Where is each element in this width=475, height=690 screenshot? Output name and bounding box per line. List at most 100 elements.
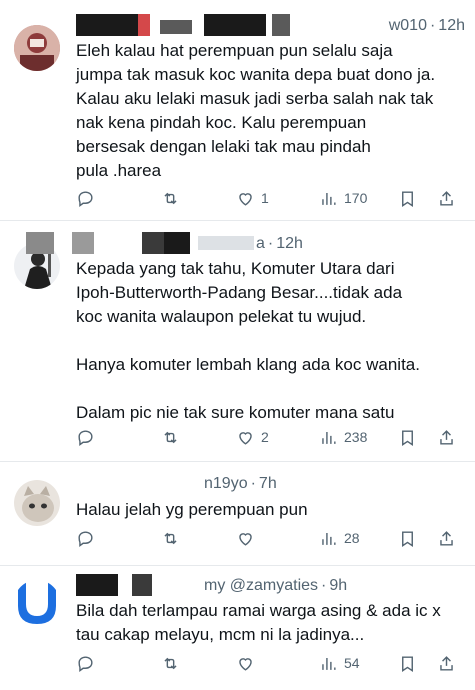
view-count: 54 [344,655,360,671]
views-icon [322,657,336,670]
repost-icon [164,192,177,204]
reply-icon [78,530,93,547]
redacted-name [76,472,198,494]
view-count: 170 [344,190,368,206]
like-icon [239,532,252,546]
action-bar: 54 [76,651,465,675]
repost-button[interactable] [161,425,186,449]
reply-icon [78,190,93,207]
action-bar: 2 238 [76,425,465,449]
view-count: 28 [344,530,360,546]
share-icon [440,655,453,671]
share-icon [440,190,453,206]
redacted-name [142,232,164,254]
separator: · [267,235,274,252]
handle-time[interactable]: n19yo · 7h [204,475,465,493]
tweet-text: Bila dah terlampau ramai warga asing & a… [76,601,441,644]
like-button[interactable]: 1 [236,186,269,210]
like-icon [239,431,252,445]
share-icon [440,429,453,445]
redacted-name [164,232,190,254]
views-button[interactable]: 238 [319,425,367,449]
bookmark-button[interactable] [398,186,417,210]
tweet-time: 7h [258,475,277,492]
views-button[interactable]: 28 [319,526,360,550]
repost-icon [164,431,177,443]
tweet-2[interactable]: a · 12h Kepada yang tak tahu, Komuter Utar… [0,221,475,462]
repost-icon [164,657,177,669]
like-icon [239,657,252,671]
like-button[interactable] [236,526,261,550]
user-handle: w010 [388,17,427,34]
action-bar: 28 [76,526,465,550]
like-icon [239,192,252,206]
like-button[interactable] [236,651,261,675]
tweet-header: my @zamyaties · 9h [76,574,465,598]
bookmark-icon [402,429,413,446]
share-button[interactable] [437,186,456,210]
like-count: 2 [261,429,269,445]
tweet-header: a · 12h [26,232,465,256]
views-icon [322,431,336,444]
reply-button[interactable] [76,651,101,675]
bookmark-icon [402,530,413,547]
tweet-text: Kepada yang tak tahu, Komuter Utara dari… [76,259,420,422]
tweet-1[interactable]: w010 · 12h Eleh kalau hat perempuan pun se… [0,0,475,221]
repost-button[interactable] [161,526,186,550]
reply-icon [78,429,93,446]
redacted-name [72,232,94,254]
view-count: 238 [344,429,368,445]
tweet-text: Halau jelah yg perempuan pun [76,500,308,519]
tweet-header: n19yo · 7h [76,472,465,496]
views-icon [322,532,336,545]
redacted-name [272,14,290,36]
bookmark-button[interactable] [398,651,417,675]
reply-button[interactable] [76,526,101,550]
redacted-name [204,14,266,36]
repost-button[interactable] [161,651,186,675]
views-icon [322,192,336,205]
tweet-3[interactable]: n19yo · 7h Halau jelah yg perempuan pun 28 [0,462,475,566]
tweet-header: w010 · 12h [76,14,465,38]
views-button[interactable]: 170 [319,186,367,210]
redacted-name [132,574,152,596]
share-button[interactable] [437,425,456,449]
bookmark-icon [402,190,413,207]
views-button[interactable]: 54 [319,651,360,675]
bookmark-icon [402,655,413,672]
user-handle: a [256,235,265,252]
avatar[interactable] [14,25,60,71]
reply-button[interactable] [76,425,101,449]
redacted-name [76,574,118,596]
redacted-name [138,14,150,36]
handle-time[interactable]: my @zamyaties · 9h [204,577,465,595]
user-handle: my @zamyaties [204,577,319,594]
bookmark-button[interactable] [398,425,417,449]
separator: · [321,577,327,594]
share-button[interactable] [437,651,456,675]
reply-button[interactable] [76,186,101,210]
repost-icon [164,532,177,544]
tweet-text: Eleh kalau hat perempuan pun selalu saja… [76,41,436,180]
avatar[interactable] [14,580,60,626]
like-button[interactable]: 2 [236,425,269,449]
separator: · [250,475,256,492]
tweet-4[interactable]: my @zamyaties · 9h Bila dah terlampau rama… [0,566,475,690]
handle-time[interactable]: a · 12h [256,235,465,253]
repost-button[interactable] [161,186,186,210]
bookmark-button[interactable] [398,526,417,550]
redacted-name [76,14,138,36]
tweet-time: 12h [276,235,303,252]
share-icon [440,530,453,546]
like-count: 1 [261,190,269,206]
handle-time[interactable]: w010 · 12h [389,17,465,35]
reply-icon [78,655,93,672]
tweet-time: 9h [329,577,348,594]
action-bar: 1 170 [76,186,465,210]
redacted-name [198,236,254,250]
separator: · [429,17,436,34]
redacted-name [160,20,192,34]
share-button[interactable] [437,526,456,550]
redacted-name [26,232,54,254]
avatar[interactable] [14,480,60,526]
